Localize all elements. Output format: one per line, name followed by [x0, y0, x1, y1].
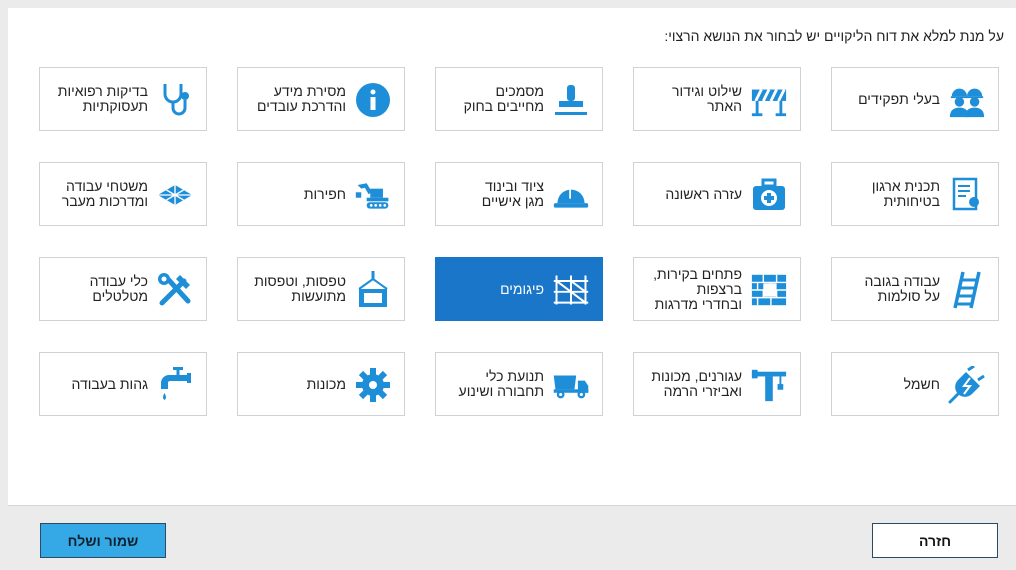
walkway-icon	[156, 177, 194, 213]
faucet-icon	[156, 367, 194, 403]
back-button[interactable]: חזרה	[872, 523, 998, 558]
topic-tile-formwork[interactable]: טפסות, וטפסות מתועשות	[237, 257, 405, 321]
info-icon	[354, 82, 392, 118]
workers-icon	[948, 82, 986, 118]
topic-tile-barrier[interactable]: שילוט וגידור האתר	[633, 67, 801, 131]
topic-tile-label: טפסות, וטפסות מתועשות	[254, 273, 346, 304]
topic-tile-label: תנועת כלי תחבורה ושינוע	[458, 368, 544, 399]
topic-tile-walkway[interactable]: משטחי עבודה ומדרכות מעבר	[39, 162, 207, 226]
scaffold-icon	[552, 272, 590, 308]
topic-tile-hard-hat[interactable]: ציוד ובינוד מגן אישיים	[435, 162, 603, 226]
topic-tile-label: עגורנים, מכונות ואביזרי הרמה	[651, 368, 742, 399]
topic-tile-crane[interactable]: עגורנים, מכונות ואביזרי הרמה	[633, 352, 801, 416]
dump-truck-icon	[552, 367, 590, 403]
topic-tile-label: עזרה ראשונה	[665, 185, 742, 202]
barrier-icon	[750, 82, 788, 118]
ladder-icon	[948, 271, 986, 309]
topic-tile-stamp[interactable]: מסמכים מחייבים בחוק	[435, 67, 603, 131]
stamp-icon	[552, 82, 590, 118]
topic-tile-label: מסמכים מחייבים בחוק	[463, 83, 544, 114]
topic-tile-info[interactable]: מסירת מידע והדרכת עובדים	[237, 67, 405, 131]
certificate-icon	[948, 177, 986, 213]
save-and-send-button[interactable]: שמור ושלח	[40, 523, 166, 558]
topic-tile-ladder[interactable]: עבודה בגובה על סולמות	[831, 257, 999, 321]
topic-tile-certificate[interactable]: תכנית ארגון בטיחותית	[831, 162, 999, 226]
topic-tile-label: בדיקות רפואיות תעסוקתיות	[57, 83, 148, 114]
topic-tile-label: עבודה בגובה על סולמות	[864, 273, 940, 304]
topic-tile-tools[interactable]: כלי עבודה מטלטלים	[39, 257, 207, 321]
topic-tile-label: כלי עבודה מטלטלים	[89, 273, 148, 304]
topic-tile-excavator[interactable]: חפירות	[237, 162, 405, 226]
topic-tile-label: גהות בעבודה	[71, 375, 148, 392]
hard-hat-icon	[552, 177, 590, 213]
topic-tile-faucet[interactable]: גהות בעבודה	[39, 352, 207, 416]
topic-tile-label: משטחי עבודה ומדרכות מעבר	[61, 178, 148, 209]
topic-tile-label: בעלי תפקידים	[858, 90, 940, 107]
brick-wall-icon	[750, 272, 788, 308]
topic-tile-gear[interactable]: מכונות	[237, 352, 405, 416]
topic-tile-electric-plug[interactable]: חשמל	[831, 352, 999, 416]
instruction-text: על מנת למלא את דוח הליקויים יש לבחור את …	[664, 28, 1004, 44]
topic-tile-stethoscope[interactable]: בדיקות רפואיות תעסוקתיות	[39, 67, 207, 131]
electric-plug-icon	[948, 366, 986, 404]
topic-tile-label: חפירות	[303, 185, 346, 202]
formwork-icon	[354, 271, 392, 308]
topic-tile-dump-truck[interactable]: תנועת כלי תחבורה ושינוע	[435, 352, 603, 416]
topic-tile-label: פיגומים	[500, 280, 544, 297]
stethoscope-icon	[156, 82, 194, 118]
topic-tile-label: שילוט וגידור האתר	[671, 83, 742, 114]
topic-tile-brick-wall[interactable]: פתחים בקירות, ברצפות ובחדרי מדרגות	[633, 257, 801, 321]
topic-tile-scaffold[interactable]: פיגומים	[435, 257, 603, 321]
topic-tile-label: חשמל	[903, 375, 940, 392]
topic-tile-label: פתחים בקירות, ברצפות ובחדרי מדרגות	[653, 265, 742, 312]
topic-tile-label: תכנית ארגון בטיחותית	[871, 178, 940, 209]
topic-tile-workers[interactable]: בעלי תפקידים	[831, 67, 999, 131]
topic-tile-first-aid-kit[interactable]: עזרה ראשונה	[633, 162, 801, 226]
topic-tile-label: ציוד ובינוד מגן אישיים	[481, 178, 544, 209]
footer-divider	[8, 505, 1016, 506]
excavator-icon	[354, 177, 392, 213]
crane-icon	[750, 367, 788, 403]
tools-icon	[156, 272, 194, 308]
first-aid-kit-icon	[750, 177, 788, 213]
topic-tile-label: מכונות	[306, 375, 346, 392]
topic-tile-label: מסירת מידע והדרכת עובדים	[256, 83, 346, 114]
gear-icon	[354, 367, 392, 403]
